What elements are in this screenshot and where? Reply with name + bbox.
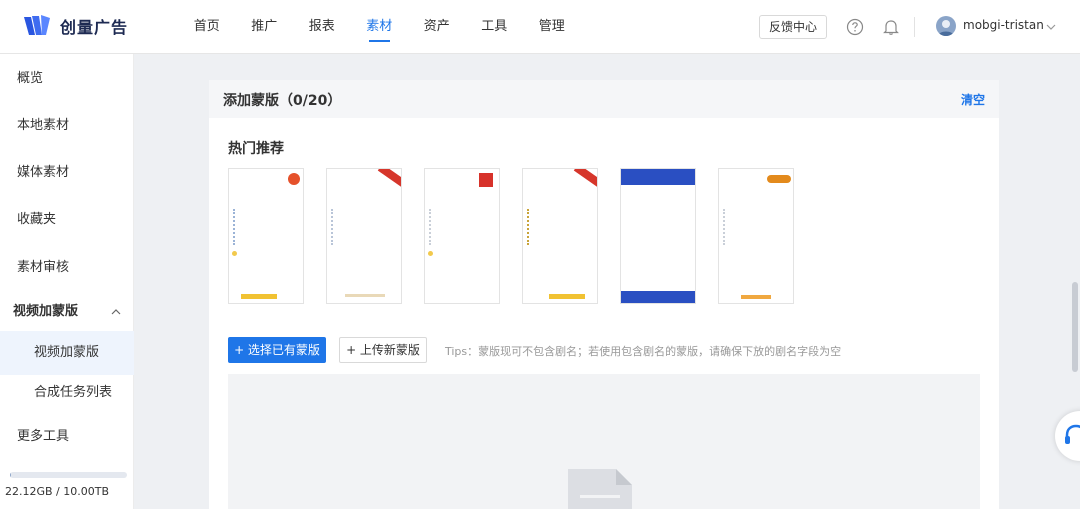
- template-card[interactable]: [326, 168, 402, 304]
- template-badge: [767, 175, 791, 183]
- select-existing-mask-button[interactable]: + 选择已有蒙版: [228, 337, 326, 363]
- sidebar-item-video-mask[interactable]: 视频加蒙版: [0, 331, 134, 375]
- template-corner-ribbon: [377, 169, 401, 191]
- template-dot: [428, 251, 433, 256]
- bell-icon[interactable]: [882, 18, 900, 36]
- storage-progress-bar: [10, 472, 127, 478]
- sidebar-item-more-tools[interactable]: 更多工具: [0, 415, 134, 459]
- main-nav: 首页 推广 报表 素材 资产 工具 管理: [178, 0, 581, 54]
- storage-usage-text: 22.12GB / 10.00TB: [5, 485, 110, 498]
- storage-progress-fill: [10, 472, 11, 478]
- sidebar-item-media-materials[interactable]: 媒体素材: [0, 151, 134, 195]
- template-bottom-strip: [345, 294, 385, 297]
- nav-tools[interactable]: 工具: [466, 0, 524, 54]
- mask-preview-area: [228, 374, 980, 509]
- template-card[interactable]: [424, 168, 500, 304]
- template-card[interactable]: [718, 168, 794, 304]
- sidebar-item-material-review[interactable]: 素材审核: [0, 246, 134, 290]
- header-divider: [914, 17, 915, 37]
- brand-logo-icon: [24, 15, 50, 35]
- template-top-banner: [621, 169, 695, 185]
- template-vertical-text: [429, 209, 432, 245]
- chevron-up-icon: [111, 309, 121, 315]
- template-badge: [288, 173, 300, 185]
- avatar-person-icon: [938, 20, 954, 36]
- template-card[interactable]: [620, 168, 696, 304]
- nav-home[interactable]: 首页: [178, 0, 236, 54]
- template-dot: [232, 251, 237, 256]
- template-bottom-strip: [741, 295, 771, 299]
- brand-name: 创量广告: [60, 18, 129, 37]
- template-badge: [479, 173, 493, 187]
- top-header: 创量广告 首页 推广 报表 素材 资产 工具 管理 反馈中心 mobgi-tri…: [0, 0, 1080, 54]
- tips-text: Tips：蒙版现可不包含剧名；若使用包含剧名的蒙版，请确保下放的剧名字段为空: [445, 345, 842, 358]
- sidebar-item-favorites[interactable]: 收藏夹: [0, 198, 134, 242]
- nav-promotion[interactable]: 推广: [236, 0, 294, 54]
- sidebar: 概览 本地素材 媒体素材 收藏夹 素材审核 视频加蒙版 视频加蒙版 合成任务列表…: [0, 54, 134, 509]
- brand-logo[interactable]: 创量广告: [22, 14, 128, 38]
- template-vertical-text: [723, 209, 726, 245]
- nav-materials[interactable]: 素材: [351, 0, 409, 54]
- file-icon: [568, 469, 632, 509]
- sidebar-group-video-mask[interactable]: 视频加蒙版: [0, 290, 134, 334]
- panel-title: 添加蒙版（0/20）: [223, 93, 342, 109]
- hot-recommend-title: 热门推荐: [228, 141, 284, 157]
- template-vertical-text: [527, 209, 530, 245]
- upload-new-mask-button[interactable]: + 上传新蒙版: [339, 337, 427, 363]
- nav-reports[interactable]: 报表: [293, 0, 351, 54]
- chevron-down-icon[interactable]: [1045, 21, 1057, 33]
- nav-assets[interactable]: 资产: [408, 0, 466, 54]
- sidebar-item-compose-tasks[interactable]: 合成任务列表: [0, 371, 134, 415]
- panel-header: 添加蒙版（0/20） 清空: [209, 80, 999, 118]
- nav-management[interactable]: 管理: [523, 0, 581, 54]
- username[interactable]: mobgi-tristan: [963, 18, 1044, 32]
- user-avatar[interactable]: [936, 16, 956, 36]
- headset-icon: [1065, 424, 1080, 444]
- template-bottom-strip: [549, 294, 585, 299]
- template-vertical-text: [331, 209, 334, 245]
- add-mask-panel: 添加蒙版（0/20） 清空 热门推荐 + 选择已有蒙版 + 上传新蒙版 Tips…: [209, 80, 999, 509]
- feedback-center-button[interactable]: 反馈中心: [759, 15, 827, 39]
- customer-support-button[interactable]: [1055, 411, 1080, 461]
- template-bottom-strip: [241, 294, 277, 299]
- clear-button[interactable]: 清空: [961, 91, 985, 108]
- template-card[interactable]: [228, 168, 304, 304]
- sidebar-item-local-materials[interactable]: 本地素材: [0, 104, 134, 148]
- template-vertical-text: [233, 209, 236, 245]
- page-scrollbar[interactable]: [1072, 282, 1078, 372]
- template-list: [228, 168, 794, 304]
- sidebar-item-overview[interactable]: 概览: [0, 57, 134, 101]
- template-bottom-banner: [621, 291, 695, 303]
- sidebar-group-label: 视频加蒙版: [13, 304, 79, 319]
- help-icon[interactable]: [846, 18, 864, 36]
- template-card[interactable]: [522, 168, 598, 304]
- template-corner-ribbon: [573, 169, 597, 191]
